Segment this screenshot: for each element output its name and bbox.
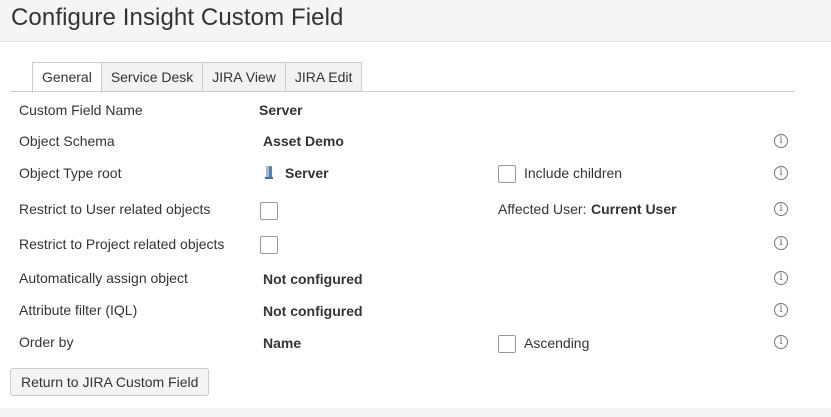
tab-general[interactable]: General xyxy=(32,62,102,93)
row-restrict-project: Restrict to Project related objects i xyxy=(0,234,831,264)
include-children-label: Include children xyxy=(524,165,623,181)
tab-jira-view[interactable]: JIRA View xyxy=(203,62,286,92)
page-title: Configure Insight Custom Field xyxy=(11,4,344,31)
info-icon[interactable]: i xyxy=(774,166,788,180)
order-by-value: Name xyxy=(263,335,302,351)
object-schema-value: Asset Demo xyxy=(263,133,344,149)
info-icon[interactable]: i xyxy=(774,271,788,285)
info-icon[interactable]: i xyxy=(774,335,788,349)
row-auto-assign: Automatically assign object Not configur… xyxy=(0,268,831,298)
return-to-custom-field-button[interactable]: Return to JIRA Custom Field xyxy=(10,368,210,396)
include-children-checkbox[interactable] xyxy=(498,165,516,183)
row-object-type-root: Object Type root Server Include children… xyxy=(0,163,831,193)
restrict-user-label: Restrict to User related objects xyxy=(19,201,211,217)
custom-field-name-label: Custom Field Name xyxy=(19,102,143,118)
object-schema-label: Object Schema xyxy=(19,133,115,149)
tabs-divider xyxy=(10,91,795,92)
tab-service-desk[interactable]: Service Desk xyxy=(101,62,204,92)
auto-assign-label: Automatically assign object xyxy=(19,270,188,286)
attribute-filter-value: Not configured xyxy=(263,303,363,319)
restrict-project-label: Restrict to Project related objects xyxy=(19,236,225,252)
attribute-filter-label: Attribute filter (IQL) xyxy=(19,302,138,318)
row-attribute-filter: Attribute filter (IQL) Not configured i xyxy=(0,300,831,330)
object-type-root-label: Object Type root xyxy=(19,165,122,181)
row-custom-field-name: Custom Field Name Server xyxy=(0,100,831,130)
config-panel: General Service Desk JIRA View JIRA Edit… xyxy=(0,42,831,408)
order-by-label: Order by xyxy=(19,334,74,350)
tab-bar: General Service Desk JIRA View JIRA Edit xyxy=(32,62,363,93)
ascending-checkbox[interactable] xyxy=(498,335,516,353)
row-restrict-user: Restrict to User related objects Affecte… xyxy=(0,199,831,229)
custom-field-name-value: Server xyxy=(259,102,303,118)
restrict-user-checkbox[interactable] xyxy=(260,202,278,220)
info-icon[interactable]: i xyxy=(774,134,788,148)
auto-assign-value: Not configured xyxy=(263,271,363,287)
restrict-project-checkbox[interactable] xyxy=(260,236,278,254)
affected-user-label: Affected User: xyxy=(498,201,587,217)
server-icon xyxy=(265,166,273,179)
row-object-schema: Object Schema Asset Demo i xyxy=(0,131,831,161)
affected-user-value: Current User xyxy=(591,201,677,217)
info-icon[interactable]: i xyxy=(774,202,788,216)
info-icon[interactable]: i xyxy=(774,236,788,250)
ascending-label: Ascending xyxy=(524,335,590,351)
tab-jira-edit[interactable]: JIRA Edit xyxy=(285,62,363,92)
object-type-root-value: Server xyxy=(285,165,329,181)
row-order-by: Order by Name Ascending i xyxy=(0,332,831,362)
page-header: Configure Insight Custom Field xyxy=(0,0,831,42)
info-icon[interactable]: i xyxy=(774,303,788,317)
